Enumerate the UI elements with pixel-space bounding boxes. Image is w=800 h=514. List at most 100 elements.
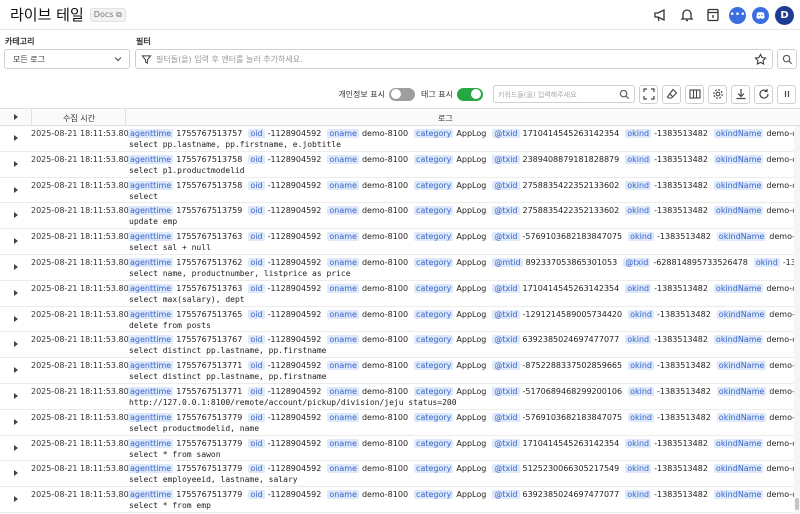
tag-toggle[interactable] (457, 87, 483, 101)
megaphone-icon[interactable] (651, 5, 671, 25)
table-row[interactable]: 2025-08-21 18:11:53.808 agenttime 17557675… (0, 487, 794, 513)
tag-key: oname (327, 206, 359, 216)
tag-key: agenttime (128, 412, 174, 422)
download-button[interactable] (731, 84, 750, 104)
row-time: 2025-08-21 18:11:53.808 (31, 490, 134, 500)
tag-value: demo-okind-0 (769, 309, 794, 319)
settings-button[interactable] (708, 84, 727, 104)
app-header: 라이브 테일 Docs ⧉ ••• D (0, 0, 800, 30)
tag-value: demo-okind-0 (766, 438, 794, 448)
tag-key: category (414, 180, 454, 190)
row-fields: agenttime 1755767513779 oid -1128904592 onam… (128, 438, 794, 448)
table-row[interactable]: 2025-08-21 18:11:53.808 agenttime 17557675… (0, 281, 794, 307)
row-time: 2025-08-21 18:11:53.808 (31, 335, 134, 345)
tag-value: -1383513482 (654, 283, 708, 293)
search-icon[interactable] (619, 89, 630, 100)
table-row[interactable]: 2025-08-21 18:11:53.808 agenttime 17557675… (0, 126, 794, 152)
expand-row-icon[interactable] (14, 289, 18, 296)
table-row[interactable]: 2025-08-21 18:11:53.808 agenttime 17557675… (0, 229, 794, 255)
row-time: 2025-08-21 18:11:53.808 (31, 464, 134, 474)
expand-row-icon[interactable] (14, 341, 18, 348)
filter-input[interactable] (156, 52, 746, 67)
discord-icon[interactable] (752, 6, 769, 24)
clear-button[interactable] (662, 84, 681, 104)
table-row[interactable]: 2025-08-21 18:11:53.808 agenttime 17557675… (0, 410, 794, 436)
table-row[interactable]: 2025-08-21 18:11:53.808 agenttime 17557675… (0, 436, 794, 462)
column-header-time[interactable]: 수집 시간 (63, 113, 95, 124)
expand-row-icon[interactable] (14, 263, 18, 270)
tag-key: @txid (492, 206, 520, 216)
expand-row-icon[interactable] (14, 418, 18, 425)
expand-row-icon[interactable] (14, 315, 18, 322)
tag-value: 1755767513759 (176, 206, 243, 216)
row-fields: agenttime 1755767513779 oid -1128904592 onam… (128, 412, 794, 422)
calendar-icon[interactable] (703, 5, 723, 25)
tag-key: @txid (623, 257, 651, 267)
scrollbar[interactable] (794, 126, 800, 514)
filter-search-button[interactable] (777, 49, 797, 69)
table-row[interactable]: 2025-08-21 18:11:53.808 agenttime 17557675… (0, 178, 794, 204)
tag-key: oid (248, 464, 265, 474)
tag-value: 2389408879181828879 (522, 154, 620, 164)
expand-row-icon[interactable] (14, 160, 18, 167)
expand-row-icon[interactable] (14, 238, 18, 245)
row-message: select max(salary), dept (129, 294, 245, 304)
tag-value: AppLog (456, 464, 487, 474)
row-message: select * from sawon (129, 449, 221, 459)
pause-button[interactable] (777, 84, 796, 104)
tag-key: oid (248, 129, 265, 138)
table-row[interactable]: 2025-08-21 18:11:53.808 agenttime 17557675… (0, 332, 794, 359)
keyword-input[interactable] (498, 88, 616, 101)
table-row[interactable]: 2025-08-21 18:11:53.808 agenttime 17557675… (0, 461, 794, 488)
row-time: 2025-08-21 18:11:53.808 (31, 129, 134, 138)
row-message: http://127.0.0.1:8100/remote/account/pic… (129, 397, 457, 407)
docs-link[interactable]: Docs ⧉ (89, 7, 126, 22)
expand-row-icon[interactable] (14, 186, 18, 193)
table-row[interactable]: 2025-08-21 18:11:53.808 agenttime 17557675… (0, 358, 794, 384)
tag-value: demo-8100 (361, 335, 409, 345)
table-row[interactable]: 2025-08-21 18:11:53.808 agenttime 17557675… (0, 255, 794, 281)
tag-value: 1710414545263142354 (522, 283, 620, 293)
tag-key: okind (625, 438, 652, 448)
table-row[interactable]: 2025-08-21 18:11:53.808 agenttime 17557675… (0, 203, 794, 230)
tag-key: @txid (492, 129, 520, 138)
table-row[interactable]: 2025-08-21 18:11:53.808 agenttime 17557675… (0, 152, 794, 178)
table-row[interactable]: 2025-08-21 18:11:53.808 agenttime 17557675… (0, 307, 794, 333)
expand-row-icon[interactable] (14, 444, 18, 451)
tag-key: category (414, 232, 454, 242)
tag-value: -1128904592 (267, 206, 322, 216)
row-message: select pp.lastname, pp.firstname, e.jobt… (129, 140, 341, 149)
tag-value: 1755767513757 (176, 129, 243, 138)
columns-button[interactable] (685, 84, 704, 104)
refresh-button[interactable] (754, 84, 773, 104)
scrollbar-thumb[interactable] (795, 498, 799, 510)
more-dots-icon[interactable]: ••• (729, 6, 746, 24)
tag-value: 1755767513763 (176, 232, 243, 242)
tag-key: @txid (492, 490, 520, 500)
tag-key: oid (248, 154, 265, 164)
expand-row-icon[interactable] (14, 367, 18, 374)
row-message: select distinct pp.lastname, pp.firstnam… (129, 372, 327, 382)
expand-all-icon[interactable] (14, 114, 18, 120)
category-select[interactable]: 모든 로그 (4, 49, 130, 69)
bell-icon[interactable] (677, 5, 697, 25)
expand-row-icon[interactable] (14, 470, 18, 477)
tag-value: -5769103682183847075 (522, 232, 623, 242)
expand-row-icon[interactable] (14, 212, 18, 219)
expand-row-icon[interactable] (14, 135, 18, 141)
tag-key: category (414, 412, 454, 422)
expand-row-icon[interactable] (14, 392, 18, 399)
row-message: update emp (129, 217, 178, 227)
category-label: 카테고리 (5, 37, 35, 46)
fullscreen-button[interactable] (639, 84, 658, 104)
tag-value: demo-8100 (361, 309, 409, 319)
privacy-toggle[interactable] (389, 87, 416, 101)
tag-value: 1755767513771 (176, 386, 243, 396)
tag-value: 1755767513758 (176, 154, 243, 164)
tag-key: @txid (492, 283, 520, 293)
star-icon[interactable] (754, 53, 767, 66)
avatar[interactable]: D (775, 5, 794, 25)
expand-row-icon[interactable] (14, 496, 18, 503)
table-row[interactable]: 2025-08-21 18:11:53.808 agenttime 17557675… (0, 384, 794, 410)
tag-value: AppLog (456, 154, 487, 164)
